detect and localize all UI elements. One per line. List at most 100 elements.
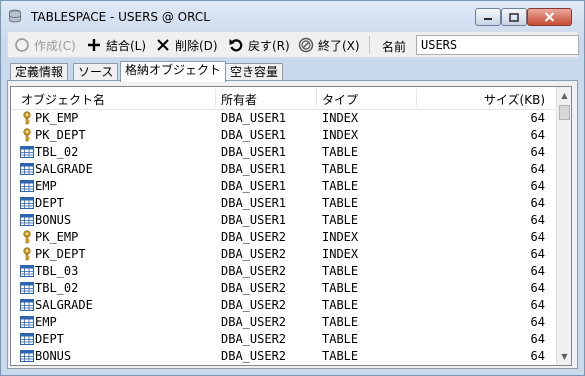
- column-type[interactable]: タイプ: [322, 91, 358, 108]
- object-name: SALGRADE: [35, 162, 93, 176]
- size: 64: [530, 349, 545, 363]
- list-item[interactable]: EMP DBA_USER2 TABLE 64: [11, 314, 555, 331]
- key-icon: [20, 128, 34, 142]
- size: 64: [530, 281, 545, 295]
- size: 64: [530, 230, 545, 244]
- list-item[interactable]: TBL_02 DBA_USER1 TABLE 64: [11, 144, 555, 161]
- column-size[interactable]: サイズ(KB): [484, 91, 545, 108]
- column-divider[interactable]: [316, 89, 317, 107]
- list-item[interactable]: DEPT DBA_USER2 TABLE 64: [11, 331, 555, 348]
- list-item[interactable]: SALGRADE DBA_USER1 TABLE 64: [11, 161, 555, 178]
- toolbar: 作成(C) 結合(L) 削除(D) 戻す(R) 終了(X) 名前 USERS: [7, 31, 579, 58]
- table-icon: [20, 162, 34, 176]
- object-type: TABLE: [322, 213, 359, 227]
- list-item[interactable]: DEPT DBA_USER1 TABLE 64: [11, 195, 555, 212]
- list-item[interactable]: PK_EMP DBA_USER1 INDEX 64: [11, 110, 555, 127]
- back-button[interactable]: 戻す(R): [228, 35, 290, 55]
- list-item[interactable]: PK_DEPT DBA_USER2 INDEX 64: [11, 246, 555, 263]
- minimize-button[interactable]: [475, 8, 501, 26]
- size: 64: [530, 315, 545, 329]
- maximize-button[interactable]: [501, 8, 527, 26]
- list-item[interactable]: BONUS DBA_USER1 TABLE 64: [11, 212, 555, 229]
- size: 64: [530, 247, 545, 261]
- object-type: INDEX: [322, 230, 359, 244]
- owner: DBA_USER1: [221, 145, 287, 159]
- delete-label: 削除(D): [175, 38, 218, 53]
- object-type: TABLE: [322, 349, 359, 363]
- object-name: TBL_03: [35, 264, 79, 278]
- object-list: オブジェクト名 所有者 タイプ サイズ(KB) PK_EMP DBA_USER1 I…: [10, 86, 572, 366]
- size: 64: [530, 196, 545, 210]
- undo-icon: [229, 39, 243, 52]
- owner: DBA_USER2: [221, 230, 287, 244]
- back-label: 戻す(R): [248, 38, 290, 53]
- object-name: PK_DEPT: [35, 128, 86, 142]
- list-item[interactable]: TBL_02 DBA_USER2 TABLE 64: [11, 280, 555, 297]
- object-type: TABLE: [322, 298, 359, 312]
- list-item[interactable]: SALGRADE DBA_USER2 TABLE 64: [11, 297, 555, 314]
- name-field[interactable]: USERS: [416, 35, 579, 55]
- object-type: TABLE: [322, 332, 359, 346]
- size: 64: [530, 128, 545, 142]
- object-name: PK_DEPT: [35, 247, 86, 261]
- list-item[interactable]: BONUS DBA_USER2 TABLE 64: [11, 348, 555, 365]
- column-divider[interactable]: [416, 89, 417, 107]
- tab-free-space[interactable]: 空き容量: [225, 63, 284, 81]
- vertical-scrollbar[interactable]: ▲ ▼: [556, 87, 571, 365]
- object-name: PK_EMP: [35, 230, 79, 244]
- object-name: TBL_02: [35, 281, 79, 295]
- tab-stored-objects[interactable]: 格納オブジェクト: [120, 61, 227, 82]
- list-item[interactable]: EMP DBA_USER1 TABLE 64: [11, 178, 555, 195]
- object-name: BONUS: [35, 213, 72, 227]
- tablespace-window: TABLESPACE - USERS @ ORCL 作成(C) 結合(L) 削除…: [0, 0, 585, 376]
- scrollbar-thumb[interactable]: [559, 105, 570, 120]
- object-name: PK_EMP: [35, 111, 79, 125]
- owner: DBA_USER2: [221, 281, 287, 295]
- title-bar[interactable]: TABLESPACE - USERS @ ORCL: [1, 1, 584, 31]
- list-rows: PK_EMP DBA_USER1 INDEX 64 PK_DEPT DBA_USER1 I…: [11, 110, 555, 365]
- size: 64: [530, 213, 545, 227]
- table-icon: [20, 349, 34, 363]
- size: 64: [530, 179, 545, 193]
- owner: DBA_USER2: [221, 247, 287, 261]
- close-button[interactable]: [527, 8, 572, 26]
- table-icon: [20, 196, 34, 210]
- key-icon: [20, 230, 34, 244]
- list-item[interactable]: PK_DEPT DBA_USER1 INDEX 64: [11, 127, 555, 144]
- create-button[interactable]: 作成(C): [14, 35, 76, 55]
- toolbar-separator: [369, 36, 370, 54]
- table-icon: [20, 315, 34, 329]
- object-type: TABLE: [322, 162, 359, 176]
- table-icon: [20, 298, 34, 312]
- object-type: TABLE: [322, 264, 359, 278]
- cancel-circle-icon: [298, 37, 314, 53]
- object-name: DEPT: [35, 332, 64, 346]
- list-item[interactable]: TBL_03 DBA_USER2 TABLE 64: [11, 263, 555, 280]
- object-type: INDEX: [322, 111, 359, 125]
- delete-button[interactable]: 削除(D): [155, 35, 218, 55]
- object-type: TABLE: [322, 315, 359, 329]
- object-name: EMP: [35, 179, 57, 193]
- size: 64: [530, 264, 545, 278]
- table-icon: [20, 264, 34, 278]
- name-label: 名前: [382, 40, 407, 54]
- merge-button[interactable]: 結合(L): [86, 35, 146, 55]
- table-icon: [20, 332, 34, 346]
- tab-source[interactable]: ソース: [73, 63, 119, 81]
- key-icon: [20, 247, 34, 261]
- tab-definition[interactable]: 定義情報: [10, 63, 69, 81]
- table-icon: [20, 179, 34, 193]
- column-object-name[interactable]: オブジェクト名: [21, 91, 105, 108]
- owner: DBA_USER1: [221, 111, 287, 125]
- owner: DBA_USER2: [221, 298, 287, 312]
- exit-button[interactable]: 終了(X): [298, 35, 360, 55]
- column-owner[interactable]: 所有者: [221, 91, 257, 108]
- list-header: オブジェクト名 所有者 タイプ サイズ(KB): [11, 87, 555, 110]
- column-divider[interactable]: [215, 89, 216, 107]
- size: 64: [530, 332, 545, 346]
- list-item[interactable]: PK_EMP DBA_USER2 INDEX 64: [11, 229, 555, 246]
- table-icon: [20, 145, 34, 159]
- scroll-down-arrow-icon[interactable]: ▼: [557, 348, 571, 365]
- scroll-up-arrow-icon[interactable]: ▲: [557, 87, 571, 104]
- owner: DBA_USER2: [221, 349, 287, 363]
